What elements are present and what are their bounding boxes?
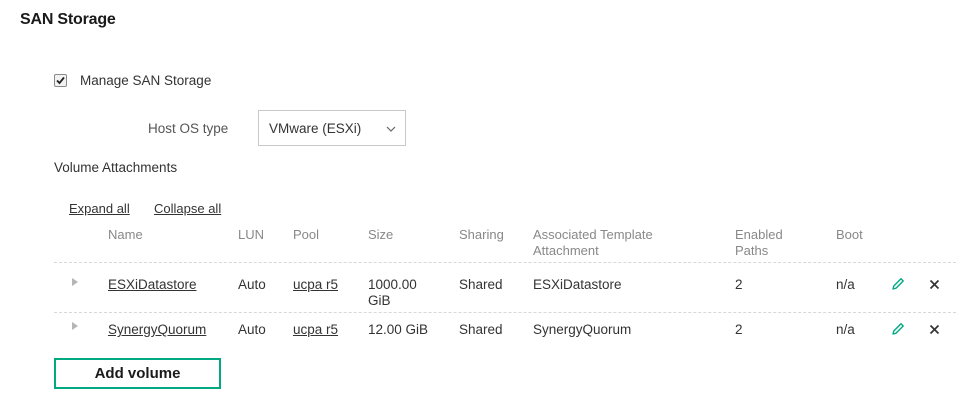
collapse-all-link[interactable]: Collapse all [154,201,221,216]
column-header-paths: Enabled Paths [735,227,783,258]
expand-row-icon[interactable] [72,278,78,286]
volume-attachments-title: Volume Attachments [54,160,178,175]
expand-all-link[interactable]: Expand all [69,201,130,216]
paths-cell: 2 [735,277,743,292]
boot-cell: n/a [836,277,855,292]
boot-cell: n/a [836,322,855,337]
chevron-down-icon [386,126,396,132]
close-icon[interactable] [929,279,940,290]
page-title: SAN Storage [20,11,116,28]
add-volume-button[interactable]: Add volume [54,358,221,389]
close-icon[interactable] [929,324,940,335]
host-os-label: Host OS type [148,121,229,136]
column-header-size: Size [368,227,394,242]
header-divider [54,262,956,263]
row-divider [54,312,956,313]
column-header-boot: Boot [836,227,863,242]
size-cell: 12.00 GiB [368,322,429,337]
column-header-lun: LUN [238,227,265,242]
template-cell: ESXiDatastore [533,277,622,292]
column-header-sharing: Sharing [459,227,504,242]
pool-link[interactable]: ucpa r5 [293,322,338,338]
pencil-icon[interactable] [891,322,905,336]
size-cell: 1000.00 GiB [368,277,417,308]
sharing-cell: Shared [459,277,503,292]
pencil-icon[interactable] [891,277,905,291]
manage-san-checkbox[interactable] [54,74,67,87]
column-header-name: Name [108,227,143,242]
template-cell: SynergyQuorum [533,322,632,337]
volume-name-link[interactable]: ESXiDatastore [108,277,197,293]
manage-san-label[interactable]: Manage SAN Storage [80,73,211,88]
column-header-template: Associated Template Attachment [533,227,653,258]
host-os-value: VMware (ESXi) [269,121,362,136]
expand-row-icon[interactable] [72,322,78,330]
paths-cell: 2 [735,322,743,337]
column-header-pool: Pool [293,227,320,242]
host-os-select[interactable]: VMware (ESXi) [258,110,406,146]
lun-cell: Auto [238,277,266,292]
sharing-cell: Shared [459,322,503,337]
volume-name-link[interactable]: SynergyQuorum [108,322,206,338]
checkmark-icon [56,76,65,85]
pool-link[interactable]: ucpa r5 [293,277,338,293]
lun-cell: Auto [238,322,266,337]
